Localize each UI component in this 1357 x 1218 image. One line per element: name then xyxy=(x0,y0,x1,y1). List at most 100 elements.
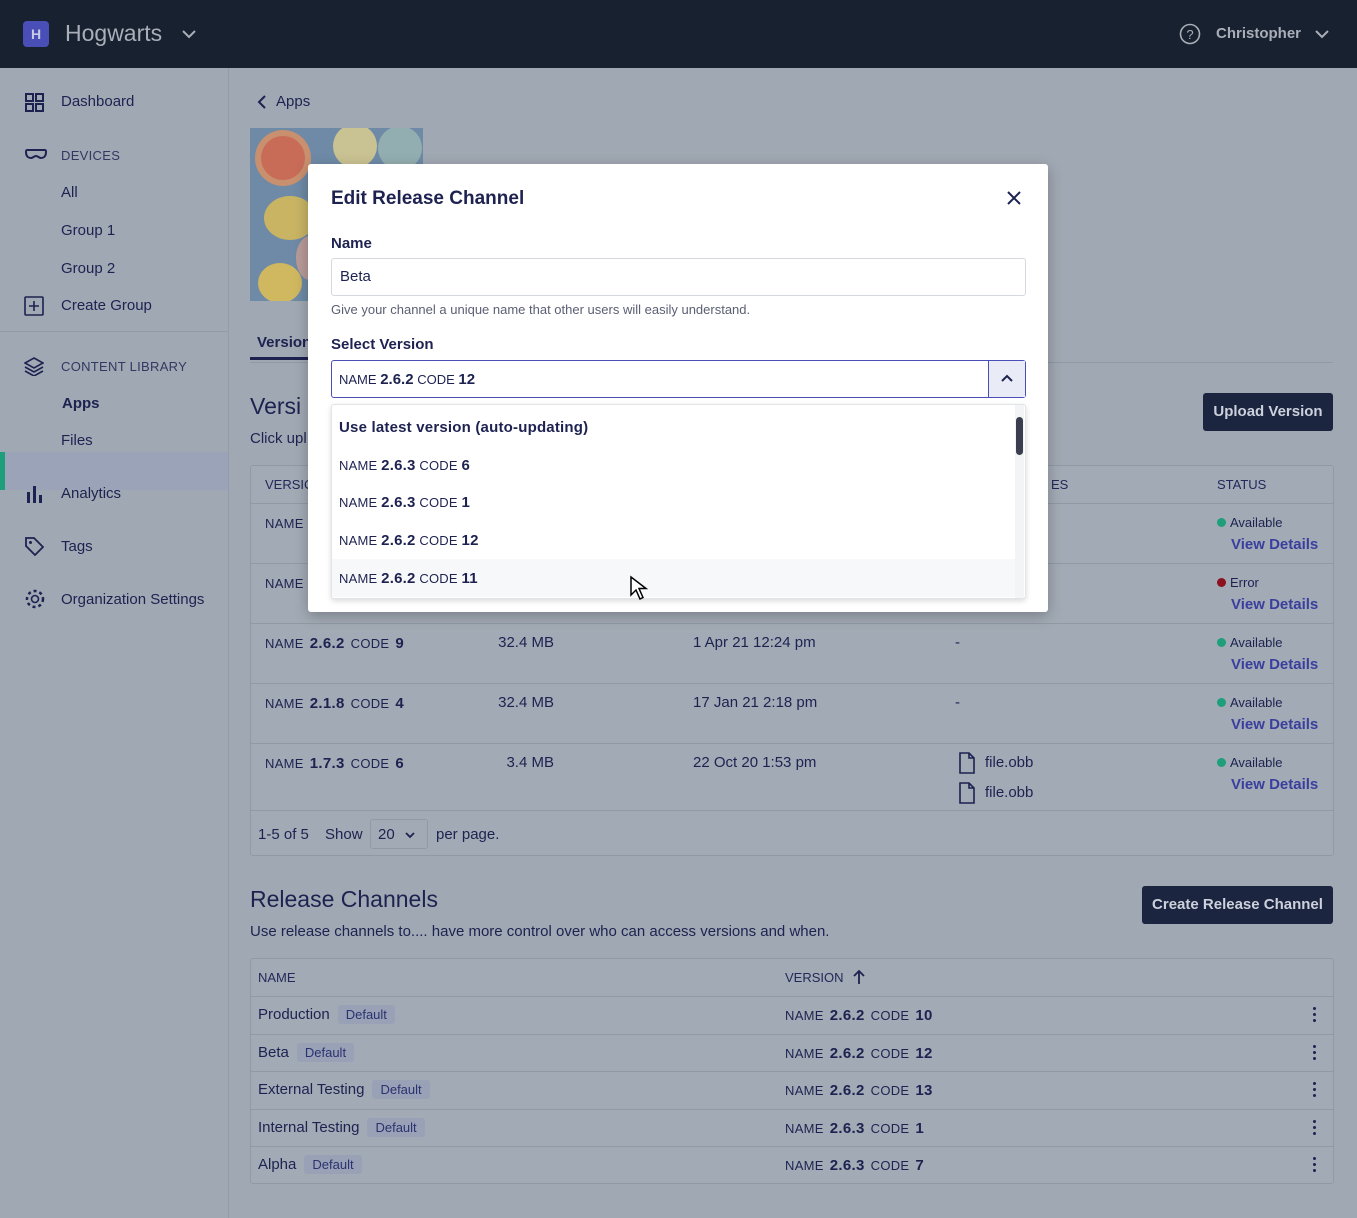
name-label: Name xyxy=(331,235,372,252)
view-details-link[interactable]: View Details xyxy=(1231,776,1318,793)
sidebar-item-files[interactable]: Files xyxy=(61,432,93,449)
channel-name[interactable]: External Testing Default xyxy=(258,1080,430,1100)
channel-name[interactable]: Internal Testing Default xyxy=(258,1117,425,1137)
release-channels-table: NAME VERSION Production Default NAME 2.6.2… xyxy=(250,958,1334,1184)
dashboard-icon xyxy=(25,93,44,112)
devices-section: DEVICES xyxy=(61,148,121,163)
sidebar-item-dashboard[interactable]: Dashboard xyxy=(61,93,134,110)
more-options-icon[interactable] xyxy=(1313,1007,1317,1023)
default-badge: Default xyxy=(367,1117,425,1137)
default-badge: Default xyxy=(372,1080,430,1100)
column-header-version: VERSIC xyxy=(265,477,314,492)
version-option[interactable]: NAME 2.6.3 CODE 6 xyxy=(332,446,1016,484)
status-badge: Available xyxy=(1217,515,1283,530)
row-divider xyxy=(251,1108,1333,1110)
row-divider xyxy=(251,996,1333,997)
row-divider xyxy=(251,810,1333,811)
version-select[interactable]: NAME 2.6.2 CODE 12 xyxy=(331,360,1026,398)
user-menu[interactable]: Christopher xyxy=(1216,25,1301,42)
file-icon xyxy=(959,782,975,804)
status-dot xyxy=(1217,518,1226,527)
sidebar-item-apps[interactable]: Apps xyxy=(62,395,100,412)
tag-icon xyxy=(25,537,44,556)
sidebar-item-group-2[interactable]: Group 2 xyxy=(61,260,115,277)
tab-versions[interactable]: Version xyxy=(257,334,311,351)
close-icon[interactable] xyxy=(1005,189,1023,207)
channel-version: NAME 2.6.3 CODE 7 xyxy=(785,1157,925,1175)
date-cell: 22 Oct 20 1:53 pm xyxy=(693,754,817,771)
modal-title: Edit Release Channel xyxy=(331,188,525,209)
status-dot xyxy=(1217,698,1226,707)
name-input[interactable]: Beta xyxy=(331,258,1026,296)
file-link[interactable]: file.obb xyxy=(985,784,1033,801)
sidebar-item-analytics[interactable]: Analytics xyxy=(61,485,121,502)
per-page-select[interactable]: 20 xyxy=(370,819,428,849)
breadcrumb-apps[interactable]: Apps xyxy=(276,93,310,110)
sidebar-item-organization-settings[interactable]: Organization Settings xyxy=(61,591,204,608)
pagination-range: 1-5 of 5 xyxy=(258,826,309,843)
view-details-link[interactable]: View Details xyxy=(1231,536,1318,553)
version-option[interactable]: NAME 2.6.2 CODE 12 xyxy=(332,521,1016,559)
versions-title: Versi xyxy=(250,393,302,419)
sidebar-item-tags[interactable]: Tags xyxy=(61,538,93,555)
channel-name[interactable]: Alpha Default xyxy=(258,1155,362,1175)
chevron-up-icon xyxy=(1001,374,1013,382)
date-cell: 1 Apr 21 12:24 pm xyxy=(693,634,816,651)
chevron-down-icon xyxy=(405,832,415,839)
help-icon[interactable]: ? xyxy=(1179,23,1201,45)
sidebar: Dashboard DEVICES All Group 1 Group 2 Cr… xyxy=(0,68,229,1218)
versions-subtitle: Click upl xyxy=(250,430,307,447)
headset-icon xyxy=(24,149,48,160)
file-link[interactable]: file.obb xyxy=(985,754,1033,771)
row-divider xyxy=(251,1033,1333,1035)
view-details-link[interactable]: View Details xyxy=(1231,716,1318,733)
status-dot xyxy=(1217,578,1226,587)
code-label: CODE xyxy=(417,372,455,387)
org-switcher[interactable]: Hogwarts xyxy=(65,20,162,47)
per-page-value: 20 xyxy=(378,826,395,843)
sort-ascending-icon[interactable] xyxy=(851,968,867,986)
channel-name[interactable]: Beta Default xyxy=(258,1042,355,1062)
more-options-icon[interactable] xyxy=(1313,1119,1317,1136)
tab-underline xyxy=(250,357,310,360)
channel-name[interactable]: Production Default xyxy=(258,1005,395,1024)
version-option[interactable]: NAME 2.6.2 CODE 11 xyxy=(332,558,1016,597)
files-empty: - xyxy=(955,694,960,711)
channel-version: NAME 2.6.2 CODE 12 xyxy=(785,1044,933,1062)
more-options-icon[interactable] xyxy=(1313,1044,1317,1061)
row-divider xyxy=(251,1146,1333,1148)
select-toggle-button[interactable] xyxy=(988,361,1025,397)
version-cell: NAME 1.7.3 CODE 6 xyxy=(265,755,405,772)
column-header-version[interactable]: VERSION xyxy=(785,970,844,985)
select-version-label: Select Version xyxy=(331,336,434,353)
mouse-cursor-icon xyxy=(630,575,649,601)
content-library-section: CONTENT LIBRARY xyxy=(61,359,188,374)
more-options-icon[interactable] xyxy=(1313,1082,1317,1098)
plus-square-icon xyxy=(24,296,44,316)
date-cell: 17 Jan 21 2:18 pm xyxy=(693,694,818,711)
view-details-link[interactable]: View Details xyxy=(1231,596,1318,613)
more-options-icon[interactable] xyxy=(1313,1157,1317,1173)
chevron-left-icon[interactable] xyxy=(256,94,268,110)
size-cell: 3.4 MB xyxy=(506,754,554,771)
name-help-text: Give your channel a unique name that oth… xyxy=(331,302,751,317)
svg-text:?: ? xyxy=(1186,27,1193,42)
status-badge: Available xyxy=(1217,695,1283,710)
version-option[interactable]: NAME 2.6.3 CODE 1 xyxy=(332,483,1016,521)
channel-version: NAME 2.6.2 CODE 13 xyxy=(785,1082,933,1100)
sidebar-item-create-group[interactable]: Create Group xyxy=(61,297,152,314)
version-cell: NAME 2.6.2 CODE 9 xyxy=(265,635,405,652)
org-logo: H xyxy=(23,21,49,47)
name-label: NAME xyxy=(339,372,377,387)
option-latest[interactable]: Use latest version (auto-updating) xyxy=(332,408,1016,446)
create-release-channel-button[interactable]: Create Release Channel xyxy=(1142,886,1333,924)
size-cell: 32.4 MB xyxy=(498,694,554,711)
upload-version-button[interactable]: Upload Version xyxy=(1203,393,1333,431)
scrollbar-thumb[interactable] xyxy=(1016,417,1023,455)
sidebar-item-all[interactable]: All xyxy=(61,184,78,201)
chevron-down-icon[interactable] xyxy=(181,28,197,40)
view-details-link[interactable]: View Details xyxy=(1231,656,1318,673)
row-divider xyxy=(251,743,1333,744)
chevron-down-icon[interactable] xyxy=(1314,28,1330,40)
sidebar-item-group-1[interactable]: Group 1 xyxy=(61,222,115,239)
